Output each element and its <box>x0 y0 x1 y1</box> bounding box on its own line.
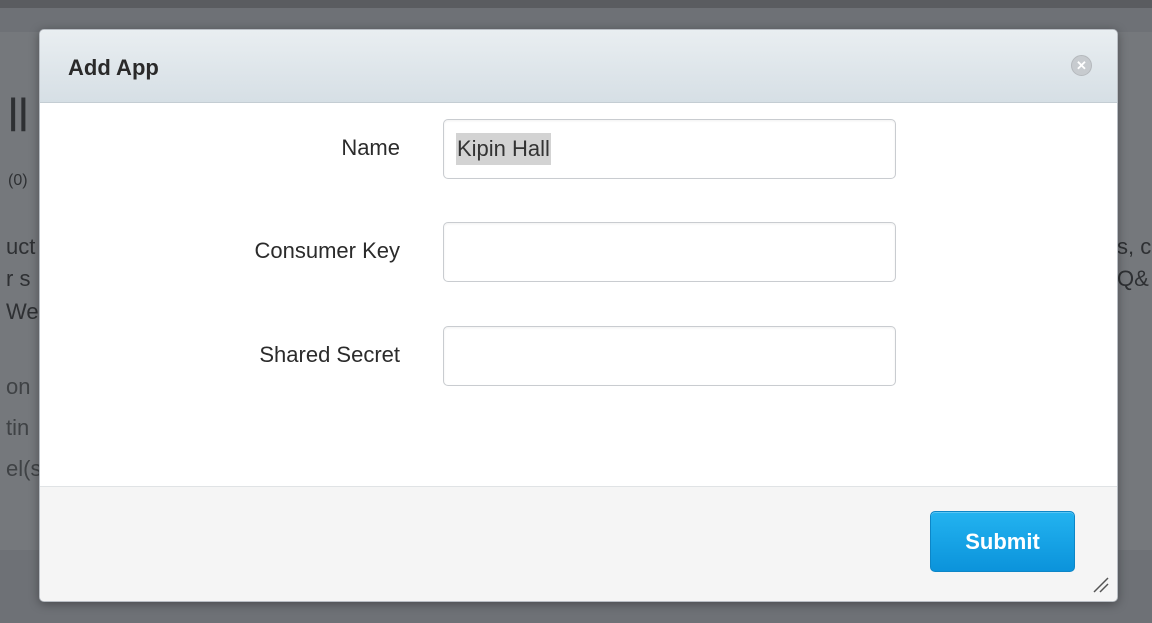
background-text-fragment: Q& <box>1117 266 1149 291</box>
background-text-fragment: r s <box>6 266 31 291</box>
close-icon[interactable]: ✕ <box>1071 55 1092 76</box>
dialog-footer: Submit <box>40 486 1117 601</box>
add-app-dialog: Add App ✕ Name Kipin Hall Consumer Key S… <box>39 29 1118 602</box>
dialog-title: Add App <box>68 55 159 80</box>
name-input[interactable] <box>443 119 896 179</box>
background-top-bar <box>0 0 1152 8</box>
shared-secret-label: Shared Secret <box>259 342 400 367</box>
resize-grip-icon[interactable] <box>1090 574 1110 594</box>
consumer-key-label: Consumer Key <box>254 238 400 263</box>
background-text-fragment: ll <box>8 89 29 141</box>
submit-button[interactable]: Submit <box>930 511 1075 572</box>
consumer-key-input[interactable] <box>443 222 896 282</box>
background-text-fragment: uct <box>6 234 36 259</box>
dialog-header: Add App ✕ <box>40 30 1117 103</box>
background-text-fragment: el(s <box>6 456 42 481</box>
background-text-fragment: s, c <box>1117 234 1152 259</box>
background-text-fragment: We <box>6 299 39 324</box>
name-label: Name <box>341 135 400 160</box>
background-text-fragment: (0) <box>8 172 28 189</box>
background-text-fragment: tin <box>6 415 30 440</box>
shared-secret-input[interactable] <box>443 326 896 386</box>
background-text-fragment: on <box>6 374 31 399</box>
